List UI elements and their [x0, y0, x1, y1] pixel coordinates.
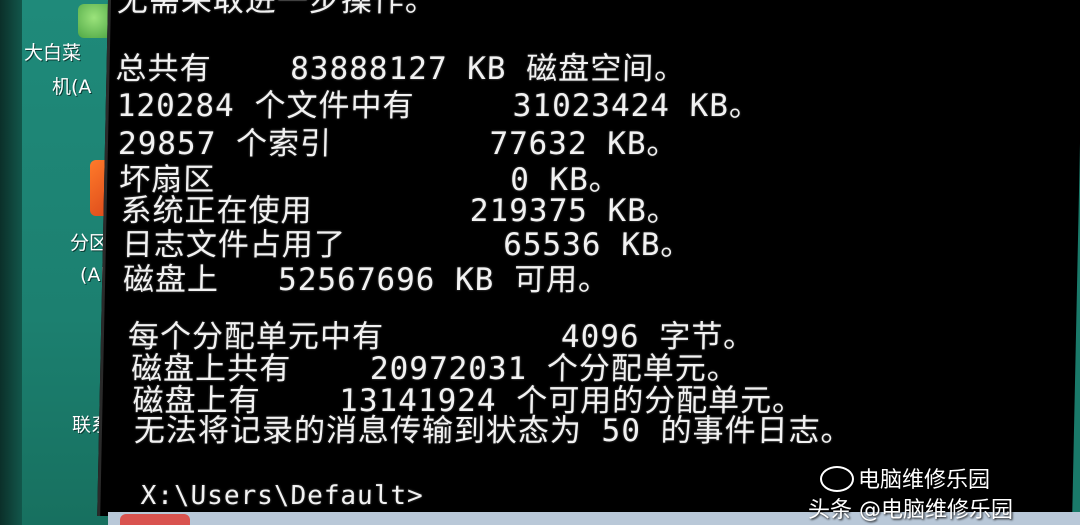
console-line: 磁盘上 52567696 KB 可用。 — [122, 262, 611, 298]
console-line: 总共有 83888127 KB 磁盘空间。 — [115, 51, 687, 87]
command-prompt[interactable]: X:\Users\Default> — [140, 479, 424, 513]
console-line: 日志文件占用了 65536 KB。 — [121, 227, 693, 263]
console-line: 120284 个文件中有 31023424 KB。 — [116, 88, 762, 124]
watermark-bottom: 头条 @电脑维修乐园 — [808, 498, 1013, 523]
watermark-logo-icon — [820, 466, 854, 492]
console-line: 系统正在使用 219375 KB。 — [120, 193, 680, 229]
desktop-icon-label[interactable]: 大白菜 — [24, 42, 81, 64]
console-line: 磁盘上共有 20972031 个分配单元。 — [130, 351, 740, 387]
watermark-top: 电脑维修乐园 — [858, 468, 991, 493]
console-line: 每个分配单元中有 4096 字节。 — [127, 319, 756, 355]
command-prompt-window[interactable]: 无需采取进一步操作。 总共有 83888127 KB 磁盘空间。 120284 … — [97, 0, 1080, 516]
console-output: 无需采取进一步操作。 总共有 83888127 KB 磁盘空间。 120284 … — [100, 0, 1080, 516]
desktop-icon-label[interactable]: 机(A — [52, 76, 91, 98]
console-line: 无需采取进一步操作。 — [116, 0, 438, 19]
start-button[interactable] — [120, 514, 190, 525]
console-line: 坏扇区 0 KB。 — [118, 162, 622, 198]
console-line: 无法将记录的消息传输到状态为 50 的事件日志。 — [133, 413, 854, 449]
monitor-bezel — [0, 0, 22, 525]
console-line: 29857 个索引 77632 KB。 — [117, 126, 679, 162]
